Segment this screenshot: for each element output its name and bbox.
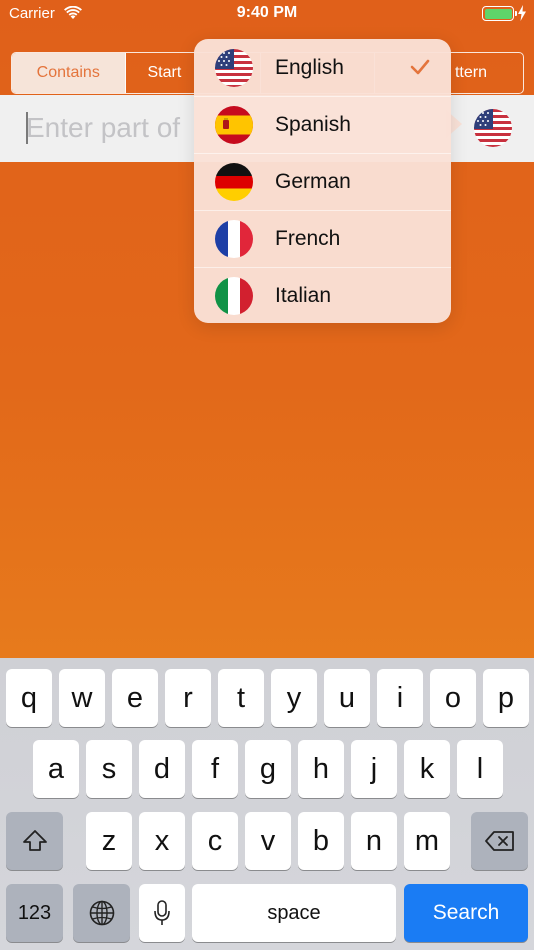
key-w[interactable]: w — [59, 669, 105, 727]
key-u[interactable]: u — [324, 669, 370, 727]
microphone-icon — [154, 900, 170, 925]
key-n[interactable]: n — [351, 812, 397, 870]
backspace-icon — [484, 831, 514, 851]
text-cursor — [26, 112, 28, 144]
language-label-english: English — [275, 56, 344, 79]
key-p[interactable]: p — [483, 669, 529, 727]
germany-flag-icon — [215, 163, 253, 201]
language-option-english[interactable]: English — [194, 40, 451, 96]
language-option-german[interactable]: German — [194, 154, 451, 210]
search-key[interactable]: Search — [404, 884, 528, 942]
language-label-italian: Italian — [275, 284, 332, 307]
key-g[interactable]: g — [245, 740, 291, 798]
shift-key[interactable] — [6, 812, 63, 870]
charging-bolt-icon — [518, 5, 526, 21]
key-y[interactable]: y — [271, 669, 317, 727]
checkmark-icon — [410, 59, 430, 75]
key-b[interactable]: b — [298, 812, 344, 870]
globe-icon — [89, 900, 114, 926]
key-j[interactable]: j — [351, 740, 397, 798]
language-option-french[interactable]: French — [194, 211, 451, 267]
key-f[interactable]: f — [192, 740, 238, 798]
key-v[interactable]: v — [245, 812, 291, 870]
numbers-key[interactable]: 123 — [6, 884, 63, 942]
key-x[interactable]: x — [139, 812, 185, 870]
keyboard: q w e r t y u i o p a s d f g h j k l z … — [0, 658, 534, 950]
us-flag-icon — [215, 49, 253, 87]
key-r[interactable]: r — [165, 669, 211, 727]
language-option-spanish[interactable]: Spanish — [194, 97, 451, 153]
dictation-key[interactable] — [139, 884, 185, 942]
key-a[interactable]: a — [33, 740, 79, 798]
shift-arrow-icon — [22, 830, 47, 851]
language-selector-button[interactable] — [474, 109, 512, 147]
globe-key[interactable] — [73, 884, 130, 942]
spain-flag-icon — [215, 106, 253, 144]
clock: 9:40 PM — [236, 4, 298, 21]
key-m[interactable]: m — [404, 812, 450, 870]
key-o[interactable]: o — [430, 669, 476, 727]
key-d[interactable]: d — [139, 740, 185, 798]
language-label-spanish: Spanish — [275, 113, 351, 136]
key-l[interactable]: l — [457, 740, 503, 798]
key-t[interactable]: t — [218, 669, 264, 727]
language-option-italian[interactable]: Italian — [194, 268, 451, 324]
language-label-german: German — [275, 170, 351, 193]
segment-contains[interactable]: Contains — [12, 53, 126, 93]
key-e[interactable]: e — [112, 669, 158, 727]
space-key[interactable]: space — [192, 884, 396, 942]
key-c[interactable]: c — [192, 812, 238, 870]
key-k[interactable]: k — [404, 740, 450, 798]
language-label-french: French — [275, 227, 341, 250]
key-z[interactable]: z — [86, 812, 132, 870]
delete-key[interactable] — [471, 812, 528, 870]
key-s[interactable]: s — [86, 740, 132, 798]
france-flag-icon — [215, 220, 253, 258]
battery-icon — [482, 6, 517, 21]
key-h[interactable]: h — [298, 740, 344, 798]
key-q[interactable]: q — [6, 669, 52, 727]
key-i[interactable]: i — [377, 669, 423, 727]
language-popover: English Spanish German French Italian — [194, 39, 451, 323]
status-bar: Carrier 9:40 PM — [0, 0, 534, 28]
italy-flag-icon — [215, 277, 253, 315]
